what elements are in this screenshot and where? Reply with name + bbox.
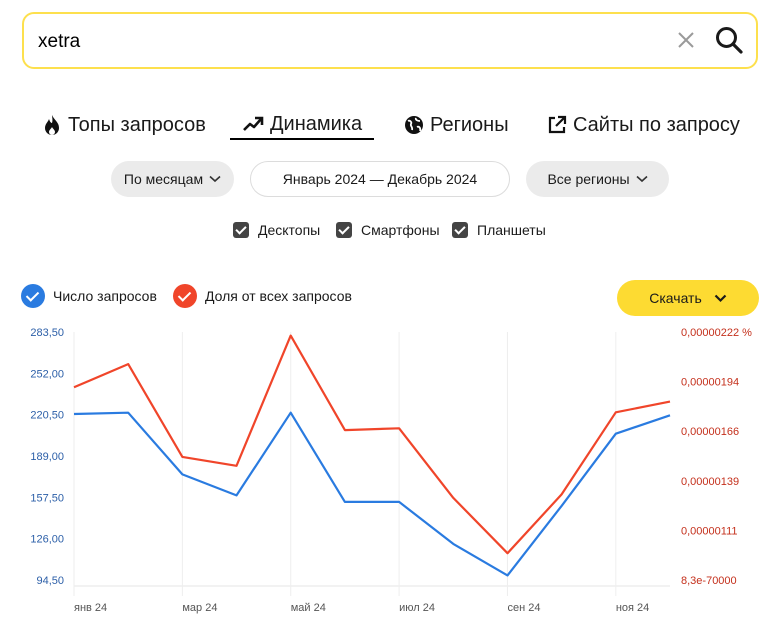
chevron-down-icon bbox=[636, 175, 648, 183]
legend-label: Число запросов bbox=[53, 288, 157, 304]
dynamics-chart: 283,50 252,00 220,50 189,00 157,50 126,00 94,5… bbox=[30, 327, 752, 614]
y-left-tick-label: 94,50 bbox=[36, 575, 64, 587]
tab-regions[interactable]: Регионы bbox=[404, 110, 509, 140]
device-label: Планшеты bbox=[477, 222, 546, 238]
y-right-tick-label: 0,00000139 bbox=[681, 476, 739, 488]
y-left-tick-label: 252,00 bbox=[30, 368, 64, 380]
tab-top-queries[interactable]: Топы запросов bbox=[42, 110, 206, 140]
desktop-checkbox[interactable]: Десктопы bbox=[233, 222, 320, 238]
download-label: Скачать bbox=[649, 290, 702, 306]
y-left-tick-label: 220,50 bbox=[30, 410, 64, 422]
regions-label: Все регионы bbox=[547, 171, 630, 187]
flame-icon bbox=[45, 115, 59, 135]
external-link-icon bbox=[548, 115, 567, 134]
tab-label: Динамика bbox=[270, 112, 363, 135]
search-box[interactable]: xetra bbox=[22, 12, 758, 69]
y-left-tick-label: 126,00 bbox=[30, 534, 64, 546]
series-line-query-share bbox=[73, 334, 671, 555]
device-label: Смартфоны bbox=[361, 222, 440, 238]
y-left-tick-label: 283,50 bbox=[30, 327, 64, 339]
x-tick-label: июл 24 bbox=[399, 602, 435, 614]
tab-bar: Топы запросов Динамика Регионы Сайты по … bbox=[0, 110, 770, 142]
chevron-down-icon bbox=[209, 175, 221, 183]
y-left-tick-label: 157,50 bbox=[30, 492, 64, 504]
legend-query-count[interactable]: Число запросов bbox=[21, 284, 157, 308]
legend-label: Доля от всех запросов bbox=[205, 288, 352, 304]
trending-up-icon bbox=[243, 116, 264, 131]
y-right-tick-label: 0,00000111 bbox=[681, 525, 737, 537]
y-right-tick-label: 0,00000194 bbox=[681, 377, 739, 389]
tab-label: Сайты по запросу bbox=[573, 113, 740, 136]
x-tick-label: сен 24 bbox=[507, 602, 540, 614]
x-tick-label: мар 24 bbox=[182, 602, 217, 614]
tab-dynamics[interactable]: Динамика bbox=[230, 110, 375, 140]
check-circle-icon bbox=[173, 284, 197, 308]
date-range-picker[interactable]: Январь 2024 — Декабрь 2024 bbox=[250, 161, 510, 197]
globe-icon bbox=[405, 116, 423, 134]
y-right-tick-label: 8,3e-70000 bbox=[681, 575, 737, 587]
series-line-query-count bbox=[73, 411, 671, 577]
x-tick-label: май 24 bbox=[291, 602, 326, 614]
close-icon[interactable] bbox=[674, 28, 698, 52]
search-icon[interactable] bbox=[714, 25, 744, 55]
smartphone-checkbox[interactable]: Смартфоны bbox=[336, 222, 440, 238]
tab-sites[interactable]: Сайты по запросу bbox=[547, 110, 740, 140]
regions-select[interactable]: Все регионы bbox=[526, 161, 669, 197]
device-filters: Десктопы Смартфоны Планшеты bbox=[0, 220, 770, 242]
y-right-tick-label: 0,00000166 bbox=[681, 426, 739, 438]
tab-label: Топы запросов bbox=[68, 113, 206, 136]
period-type-select[interactable]: По месяцам bbox=[111, 161, 234, 197]
x-tick-label: янв 24 bbox=[74, 602, 107, 614]
tab-label: Регионы bbox=[430, 113, 509, 136]
search-input[interactable]: xetra bbox=[38, 31, 80, 53]
device-label: Десктопы bbox=[258, 222, 321, 238]
checkbox-checked-icon bbox=[336, 222, 352, 238]
download-button[interactable]: Скачать bbox=[617, 280, 759, 316]
checkbox-checked-icon bbox=[452, 222, 468, 238]
y-right-tick-label: 0,00000222 % bbox=[681, 327, 752, 339]
date-range-label: Январь 2024 — Декабрь 2024 bbox=[282, 171, 478, 187]
check-circle-icon bbox=[21, 284, 45, 308]
tablet-checkbox[interactable]: Планшеты bbox=[452, 222, 546, 238]
y-left-tick-label: 189,00 bbox=[30, 451, 64, 463]
chevron-down-icon bbox=[714, 294, 727, 302]
x-tick-label: ноя 24 bbox=[616, 602, 649, 614]
period-type-label: По месяцам bbox=[123, 171, 204, 187]
legend-query-share[interactable]: Доля от всех запросов bbox=[173, 284, 352, 308]
checkbox-checked-icon bbox=[233, 222, 249, 238]
